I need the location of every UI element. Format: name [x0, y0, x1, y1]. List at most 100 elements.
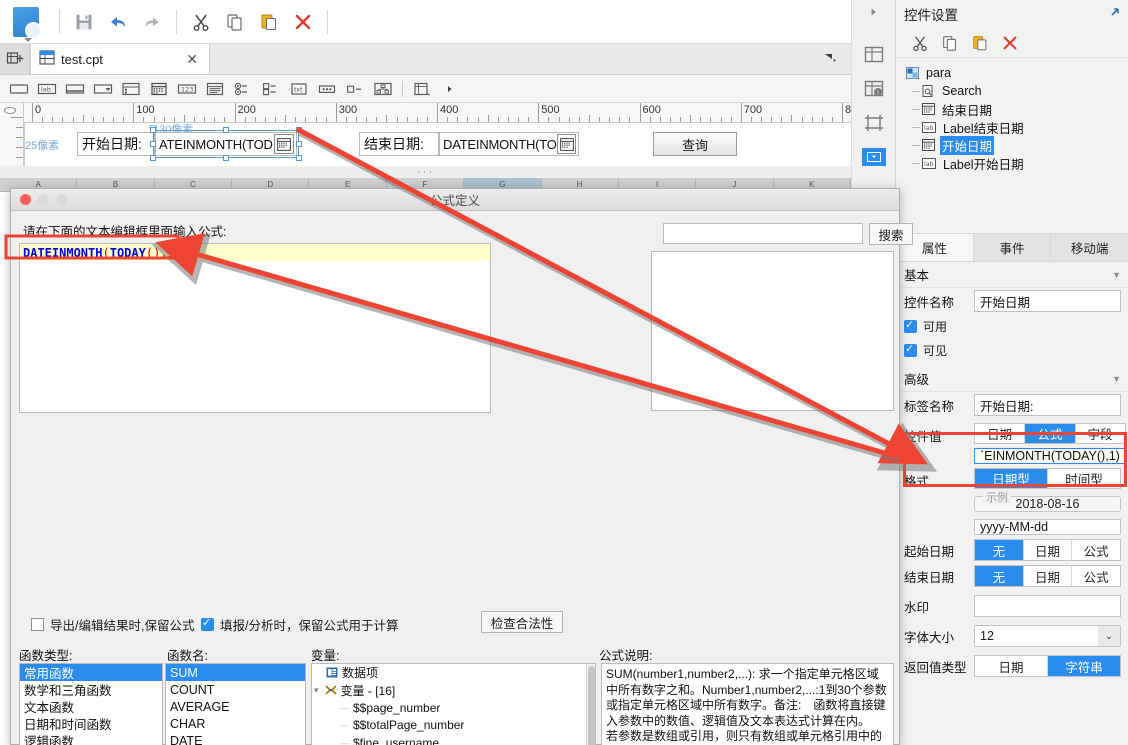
- end-date-option[interactable]: 公式: [1072, 566, 1120, 586]
- function-type-item[interactable]: 数学和三角函数: [20, 681, 162, 698]
- rail-widget-settings-icon[interactable]: [852, 140, 896, 174]
- label-widget-icon[interactable]: lab: [34, 77, 60, 101]
- function-type-item[interactable]: 常用函数: [20, 664, 162, 681]
- textarea-widget-icon[interactable]: [62, 77, 88, 101]
- combobox-widget-icon[interactable]: [90, 77, 116, 101]
- widget-tree-item[interactable]: lab Label开始日期: [912, 154, 1128, 172]
- redo-icon[interactable]: [135, 5, 169, 39]
- function-type-item[interactable]: 文本函数: [20, 698, 162, 715]
- start-date-option[interactable]: 公式: [1072, 540, 1120, 560]
- function-type-item[interactable]: 逻辑函数: [20, 732, 162, 745]
- widget-tree-item[interactable]: para: [906, 64, 1128, 82]
- chevron-down-icon[interactable]: ▼: [1112, 270, 1121, 280]
- variable-tree-item[interactable]: ▾ 变量 - [16]: [312, 682, 595, 700]
- tab-close-icon[interactable]: ✕: [183, 51, 201, 68]
- watermark-input[interactable]: [974, 595, 1121, 617]
- widget-tree-item[interactable]: 结束日期: [912, 100, 1128, 118]
- listbox-widget-icon[interactable]: [202, 77, 228, 101]
- widget-overflow-icon[interactable]: [437, 77, 463, 101]
- function-type-item[interactable]: 日期和时间函数: [20, 715, 162, 732]
- widget-tree-item[interactable]: 开始日期: [912, 135, 1128, 155]
- widget-tree-item[interactable]: Search: [912, 82, 1128, 100]
- cut-icon[interactable]: [908, 31, 932, 55]
- widget-tree[interactable]: para Search 结束日期 lab Label结束日期 开始日期 lab Label开始…: [896, 58, 1128, 188]
- grid-view-icon[interactable]: [0, 44, 30, 74]
- tab-mobile[interactable]: 移动端: [1051, 234, 1128, 261]
- canvas-splitter[interactable]: ···: [0, 166, 851, 178]
- widget-value-option[interactable]: 公式: [1025, 424, 1076, 443]
- checkbox-widget-icon[interactable]: [342, 77, 368, 101]
- widget-tree-item[interactable]: lab Label结束日期: [912, 118, 1128, 136]
- rail-cell-attr-icon[interactable]: [852, 38, 896, 72]
- font-size-combobox[interactable]: 12 ⌄: [974, 625, 1121, 647]
- query-button[interactable]: 查询: [653, 132, 737, 156]
- number-widget-icon[interactable]: 123: [174, 77, 200, 101]
- function-name-item[interactable]: SUM: [166, 664, 305, 681]
- widget-value-option[interactable]: 字段: [1076, 424, 1125, 443]
- variable-tree-item[interactable]: — $$totalPage_number: [312, 717, 595, 735]
- tab-test-cpt[interactable]: test.cpt ✕: [30, 44, 210, 74]
- function-search-input[interactable]: [663, 223, 863, 244]
- cut-icon[interactable]: [184, 5, 218, 39]
- section-advanced[interactable]: 高级 ▼: [896, 366, 1128, 392]
- format-pattern-input[interactable]: yyyy-MM-dd: [974, 519, 1121, 535]
- widget-value-formula-input[interactable]: `EINMONTH(TODAY(),1): [974, 448, 1126, 464]
- treeview-widget-icon[interactable]: [370, 77, 396, 101]
- tabstrip-overflow[interactable]: [823, 44, 851, 74]
- keep-formula-fill-checkbox[interactable]: [201, 616, 214, 631]
- row-visible[interactable]: 可见: [896, 338, 1128, 362]
- function-name-list[interactable]: SUMCOUNTAVERAGECHARDATEMAXMINTIMERANGE: [165, 663, 306, 745]
- variable-tree-item[interactable]: — $fine_username: [312, 734, 595, 745]
- format-option[interactable]: 日期型: [975, 469, 1048, 488]
- search-results-panel[interactable]: [651, 251, 894, 411]
- keep-formula-on-export-row[interactable]: 导出/编辑结果时,保留公式: [31, 615, 194, 634]
- function-name-item[interactable]: DATE: [166, 732, 305, 745]
- end-date-option[interactable]: 无: [975, 566, 1024, 586]
- rail-expand-icon[interactable]: [852, 0, 896, 24]
- formula-text[interactable]: DATEINMONTH(TODAY(), 1): [20, 244, 490, 261]
- radiogroup-widget-icon[interactable]: [230, 77, 256, 101]
- enabled-checkbox[interactable]: [904, 318, 917, 333]
- undo-icon[interactable]: [101, 5, 135, 39]
- rail-cell-element-icon[interactable]: i: [852, 72, 896, 106]
- function-name-item[interactable]: CHAR: [166, 715, 305, 732]
- function-type-list[interactable]: 常用函数数学和三角函数文本函数日期和时间函数逻辑函数数组函数报表函数其它函数层次…: [19, 663, 163, 745]
- label-name-input[interactable]: 开始日期:: [974, 394, 1121, 416]
- textfield-widget-icon[interactable]: [6, 77, 32, 101]
- delete-icon[interactable]: [998, 31, 1022, 55]
- variable-tree[interactable]: 数据项 ▾ 变量 - [16] — $$page_number — $$totalPage_…: [311, 663, 596, 745]
- section-basic[interactable]: 基本 ▼: [896, 262, 1128, 288]
- checkboxgroup-widget-icon[interactable]: [258, 77, 284, 101]
- paste-icon[interactable]: [968, 31, 992, 55]
- keep-formula-on-fill-row[interactable]: 填报/分析时，保留公式用于计算: [201, 615, 398, 634]
- password-widget-icon[interactable]: [314, 77, 340, 101]
- format-option[interactable]: 时间型: [1048, 469, 1120, 488]
- function-name-item[interactable]: COUNT: [166, 681, 305, 698]
- calendar-icon[interactable]: [557, 134, 576, 154]
- row-enabled[interactable]: 可用: [896, 314, 1128, 338]
- paste-icon[interactable]: [252, 5, 286, 39]
- check-validity-button[interactable]: 检查合法性: [481, 611, 563, 633]
- datepicker-widget-icon[interactable]: [146, 77, 172, 101]
- rail-frame-icon[interactable]: [852, 106, 896, 140]
- return-type-option[interactable]: 字符串: [1048, 656, 1120, 676]
- chevron-down-icon[interactable]: ▼: [1112, 374, 1121, 384]
- start-date-option[interactable]: 日期: [1024, 540, 1073, 560]
- label-start-date[interactable]: 开始日期:: [77, 132, 155, 156]
- chevron-down-icon[interactable]: ⌄: [1098, 626, 1120, 646]
- form-widget-icon[interactable]: [409, 77, 435, 101]
- widget-value-option[interactable]: 日期: [975, 424, 1026, 443]
- widget-name-input[interactable]: 开始日期: [974, 290, 1121, 312]
- tree-widget-icon[interactable]: [118, 77, 144, 101]
- start-date-option[interactable]: 无: [975, 540, 1024, 560]
- label-end-date[interactable]: 结束日期:: [359, 132, 439, 156]
- text-widget-icon[interactable]: txt: [286, 77, 312, 101]
- visible-checkbox[interactable]: [904, 342, 917, 357]
- save-icon[interactable]: [67, 5, 101, 39]
- function-name-item[interactable]: AVERAGE: [166, 698, 305, 715]
- return-type-option[interactable]: 日期: [975, 656, 1048, 676]
- variable-tree-scrollbar[interactable]: [586, 664, 595, 745]
- copy-icon[interactable]: [938, 31, 962, 55]
- collapse-panel-icon[interactable]: [1108, 7, 1120, 22]
- delete-icon[interactable]: [286, 5, 320, 39]
